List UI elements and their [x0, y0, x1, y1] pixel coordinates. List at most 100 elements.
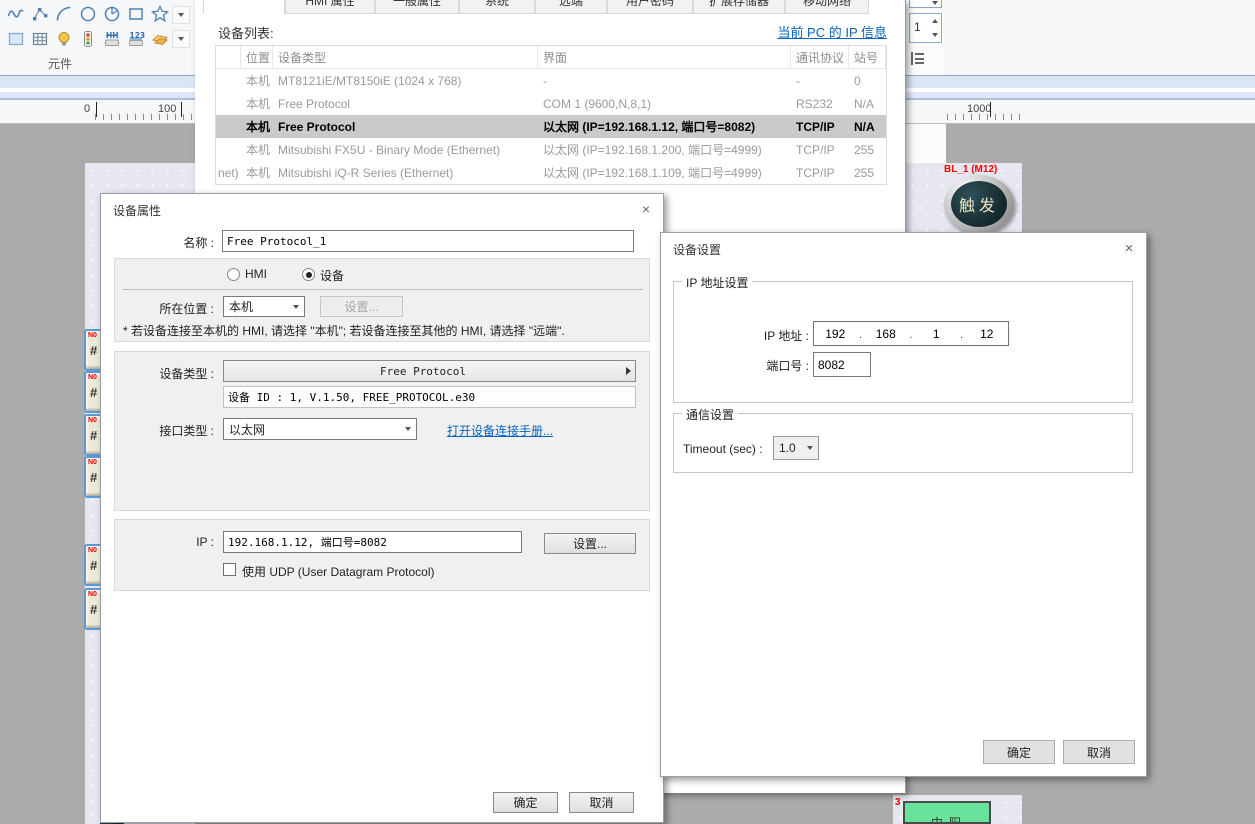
comm-group-label: 通信设置	[682, 406, 738, 423]
ip-section: IP : 192.168.1.12, 端口号=8082 设置... 使用 UDP…	[114, 519, 650, 591]
device-properties-dialog: 设备属性 × 名称 : Free Protocol_1 HMI 设备 所在位置 …	[100, 193, 664, 823]
tab-mobile-network[interactable]: 移动网络	[785, 0, 869, 14]
green-widget[interactable]: 中阳	[903, 801, 991, 824]
device-list-label: 设备列表:	[218, 23, 274, 42]
ip-octet-3[interactable]: 1	[915, 327, 958, 341]
location-section: HMI 设备 所在位置 : 本机 设置... * 若设备连接至本机的 HMI, …	[114, 258, 650, 342]
table-row-selected[interactable]: 本机Free Protocol以太网 (IP=192.168.1.12, 端口号…	[216, 115, 886, 138]
ip-address-input[interactable]: 192 . 168 . 1 . 12	[813, 321, 1009, 346]
udp-checkbox[interactable]	[223, 563, 236, 576]
toolbar-row-2: HH 123	[4, 28, 172, 50]
tab-system[interactable]: 系统	[459, 0, 535, 14]
spinner-partial-down-icon[interactable]	[932, 1, 938, 5]
close-icon[interactable]: ×	[1120, 239, 1138, 257]
components-toolbar: HH 123 元件	[0, 0, 195, 76]
toggle-switch-icon[interactable]	[76, 28, 100, 50]
ip-octet-2[interactable]: 168	[865, 327, 908, 341]
device-type-expand-icon[interactable]	[622, 360, 636, 382]
arc-icon[interactable]	[52, 3, 76, 25]
row1-more-button[interactable]	[172, 6, 190, 24]
device-type-button[interactable]: Free Protocol	[223, 360, 623, 382]
ip-input[interactable]: 192.168.1.12, 端口号=8082	[223, 531, 522, 553]
row2-more-button[interactable]	[172, 30, 190, 48]
hmi-radio-label: HMI	[245, 267, 267, 281]
toolbar-row-1	[4, 3, 172, 25]
macro-icon[interactable]	[148, 28, 172, 50]
ruler-right: 1000	[905, 100, 1255, 124]
interface-type-label: 接口类型 :	[115, 422, 214, 439]
indicator-lamp-icon[interactable]	[52, 28, 76, 50]
ip-octet-4[interactable]: 12	[966, 327, 1009, 341]
green-widget-label: 中阳	[931, 814, 967, 824]
col-protocol: 通讯协议	[791, 46, 849, 68]
port-input[interactable]: 8082	[813, 352, 871, 377]
ip-address-label: IP 地址 :	[719, 327, 809, 344]
device-radio-label: 设备	[320, 267, 344, 284]
star-icon[interactable]	[148, 3, 172, 25]
device-manual-link[interactable]: 打开设备连接手册...	[447, 422, 553, 439]
tab-extended-memory[interactable]: 扩展存储器	[693, 0, 785, 14]
table-row[interactable]: 本机MT8121iE/MT8150iE (1024 x 768)--0	[216, 69, 886, 92]
spinner-value: 1	[914, 20, 921, 34]
tab-strip: 设备 HMI 属性 一般属性 系统 远端 用户密码 扩展存储器 移动网络	[195, 0, 905, 14]
polyline-icon[interactable]	[28, 3, 52, 25]
location-select[interactable]: 本机	[223, 296, 305, 317]
device-radio[interactable]	[302, 268, 315, 281]
green-widget-tag: 3	[895, 797, 901, 808]
trigger-address-tag: BL_1 (M12)	[944, 164, 997, 175]
device-settings-dialog: 设备设置 × IP 地址设置 IP 地址 : 192 . 168 . 1 . 1…	[660, 232, 1147, 777]
ip-label: IP :	[115, 535, 214, 549]
col-device-type: 设备类型	[273, 46, 538, 68]
word-lamp-icon[interactable]: HH	[100, 28, 124, 50]
cancel-button[interactable]: 取消	[569, 792, 634, 813]
spinner-up-icon[interactable]	[932, 19, 938, 23]
dialog-title: 设备设置	[673, 241, 721, 258]
device-type-label: 设备类型 :	[115, 365, 214, 382]
trigger-button[interactable]: 触发	[944, 175, 1014, 233]
location-label: 所在位置 :	[115, 300, 214, 317]
ruler-number: 100	[158, 103, 176, 115]
circle-icon[interactable]	[76, 3, 100, 25]
tab-user-password[interactable]: 用户密码	[607, 0, 693, 14]
device-table-header: 位置 设备类型 界面 通讯协议 站号	[216, 46, 886, 69]
device-id-info: 设备 ID : 1, V.1.50, FREE_PROTOCOL.e30	[223, 386, 636, 408]
device-table: 位置 设备类型 界面 通讯协议 站号 本机MT8121iE/MT8150iE (…	[215, 45, 887, 185]
col-location: 位置	[241, 46, 273, 68]
tab-device[interactable]: 设备	[203, 0, 285, 14]
dialog-title: 设备属性	[113, 202, 161, 219]
spinner-partial[interactable]	[909, 0, 942, 8]
table-row[interactable]: 本机Mitsubishi FX5U - Binary Mode (Etherne…	[216, 138, 886, 161]
numeric-display-icon[interactable]: 123	[124, 28, 148, 50]
pc-ip-info-link[interactable]: 当前 PC 的 IP 信息	[777, 22, 887, 41]
hmi-radio[interactable]	[227, 268, 240, 281]
tab-remote[interactable]: 远端	[535, 0, 607, 14]
table-row[interactable]: net)本机Mitsubishi iQ-R Series (Ethernet)以…	[216, 161, 886, 184]
panel-icon[interactable]	[4, 28, 28, 50]
spinner-down-icon[interactable]	[932, 33, 938, 37]
ip-octet-1[interactable]: 192	[814, 327, 857, 341]
spinner-control[interactable]: 1	[909, 13, 942, 43]
tab-hmi-properties[interactable]: HMI 属性	[285, 0, 375, 14]
name-label: 名称 :	[141, 234, 214, 251]
list-icon[interactable]	[911, 52, 925, 65]
ruler-number: 0	[84, 103, 90, 115]
table-row[interactable]: 本机Free ProtocolCOM 1 (9600,N,8,1)RS232N/…	[216, 92, 886, 115]
interface-type-select[interactable]: 以太网	[223, 418, 417, 440]
ok-button[interactable]: 确定	[983, 740, 1055, 764]
udp-checkbox-label: 使用 UDP (User Datagram Protocol)	[242, 563, 435, 580]
edit-area-band-right	[905, 75, 1255, 100]
tab-general-properties[interactable]: 一般属性	[375, 0, 459, 14]
rectangle-icon[interactable]	[124, 3, 148, 25]
cancel-button[interactable]: 取消	[1063, 740, 1135, 764]
pie-icon[interactable]	[100, 3, 124, 25]
name-input[interactable]: Free Protocol_1	[222, 230, 634, 252]
edit-area-band-left	[0, 75, 195, 100]
ok-button[interactable]: 确定	[493, 792, 558, 813]
grid-icon[interactable]	[28, 28, 52, 50]
location-note: * 若设备连接至本机的 HMI, 请选择 "本机"; 若设备连接至其他的 HMI…	[123, 322, 565, 339]
freehand-line-icon[interactable]	[4, 3, 28, 25]
ip-settings-button[interactable]: 设置...	[544, 533, 636, 554]
timeout-select[interactable]: 1.0	[773, 436, 819, 460]
close-icon[interactable]: ×	[637, 200, 655, 218]
timeout-label: Timeout (sec) :	[683, 442, 763, 456]
